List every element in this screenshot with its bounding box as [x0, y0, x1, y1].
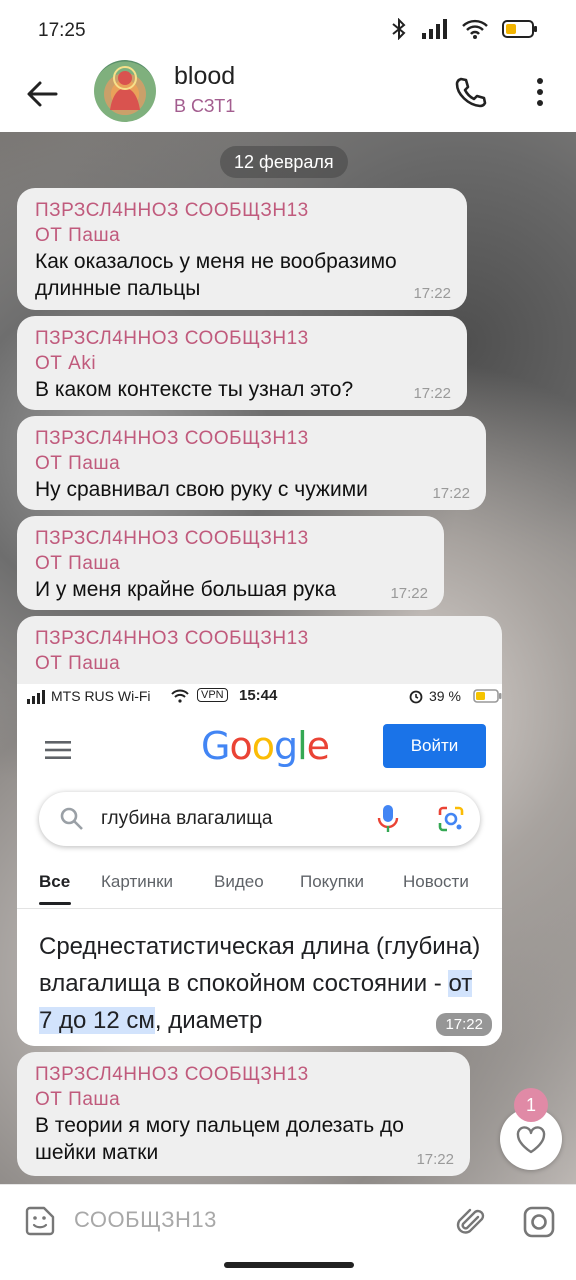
message-input-bar: СООБЩЗН13	[0, 1184, 576, 1259]
message-time: 17:22	[390, 585, 428, 602]
heart-icon	[516, 1126, 546, 1154]
message-bubble[interactable]: ПЗРЗСЛ4ННОЗ СООБЩЗН13 ОТ Паша В теории я…	[17, 1052, 470, 1176]
message-time: 17:22	[416, 1151, 454, 1168]
message-bubble[interactable]: ПЗРЗСЛ4ННОЗ СООБЩЗН13 ОТ Aki В каком кон…	[17, 316, 467, 410]
wifi-icon	[462, 19, 488, 39]
tab-news[interactable]: Новости	[403, 872, 469, 892]
forwarded-tag: ПЗРЗСЛ4ННОЗ СООБЩЗН13	[35, 1064, 309, 1085]
date-separator: 12 февраля	[220, 146, 348, 178]
microphone-icon[interactable]	[377, 804, 399, 834]
tab-shopping[interactable]: Покупки	[300, 872, 364, 892]
message-text: И у меня крайне большая рука	[35, 578, 337, 601]
message-time: 17:22	[436, 1013, 492, 1036]
forwarded-tag: ПЗРЗСЛ4ННОЗ СООБЩЗН13	[35, 428, 309, 449]
battery-icon	[502, 20, 537, 38]
more-vertical-icon[interactable]	[526, 74, 554, 110]
result-text-end: , диаметр	[154, 1007, 263, 1034]
message-time: 17:22	[413, 285, 451, 302]
chat-header: blood В СЗТ1	[0, 60, 576, 132]
home-indicator[interactable]	[224, 1262, 354, 1268]
camera-icon[interactable]	[522, 1205, 556, 1239]
status-time: 17:25	[38, 20, 86, 41]
forwarded-tag: ПЗРЗСЛ4ННОЗ СООБЩЗН13	[35, 200, 309, 221]
chat-subtitle: В СЗТ1	[174, 96, 236, 116]
forwarded-tag: ПЗРЗСЛ4ННОЗ СООБЩЗН13	[35, 628, 309, 649]
message-text: В каком контексте ты узнал это?	[35, 378, 354, 401]
forwarded-from[interactable]: ОТ Паша	[35, 451, 468, 476]
forwarded-tag: ПЗРЗСЛ4ННОЗ СООБЩЗН13	[35, 528, 309, 549]
result-text: Среднестатистическая длина (глубина) вла…	[39, 933, 481, 997]
screenshot-time: 15:44	[239, 687, 278, 704]
vpn-badge: VPN	[197, 688, 228, 702]
tab-video[interactable]: Видео	[214, 872, 264, 892]
message-bubble[interactable]: ПЗРЗСЛ4ННОЗ СООБЩЗН13 ОТ Паша Как оказал…	[17, 188, 467, 310]
forwarded-tag: ПЗРЗСЛ4ННОЗ СООБЩЗН13	[35, 328, 309, 349]
chat-title[interactable]: blood	[174, 62, 235, 91]
search-tabs: Все Картинки Видео Покупки Новости	[17, 864, 502, 909]
message-time: 17:22	[432, 485, 470, 502]
search-query: глубина влагалища	[101, 808, 273, 829]
signal-icon	[422, 19, 447, 39]
signal-icon	[27, 690, 45, 704]
message-text: Ну сравнивал свою руку с чужими	[35, 478, 368, 501]
tab-all[interactable]: Все	[39, 872, 70, 892]
sticker-icon[interactable]	[24, 1205, 56, 1237]
message-time: 17:22	[413, 385, 451, 402]
search-icon	[60, 807, 83, 830]
tab-images[interactable]: Картинки	[101, 872, 173, 892]
active-tab-indicator	[39, 902, 71, 905]
carrier-label: MTS RUS Wi-Fi	[51, 688, 151, 704]
search-input[interactable]: глубина влагалища	[39, 792, 480, 846]
forwarded-from[interactable]: ОТ Паша	[35, 551, 426, 576]
google-logo: Google	[201, 724, 330, 768]
message-text: В теории я могу пальцем долезать до шейк…	[35, 1114, 404, 1164]
alarm-icon	[409, 690, 423, 704]
forwarded-from[interactable]: ОТ Aki	[35, 351, 449, 376]
forwarded-from[interactable]: ОТ Паша	[35, 223, 449, 248]
status-bar: 17:25	[0, 0, 576, 60]
wifi-icon	[171, 689, 189, 703]
reaction-count-badge: 1	[514, 1088, 548, 1122]
paperclip-icon[interactable]	[454, 1205, 488, 1239]
screenshot-status-bar: MTS RUS Wi-Fi VPN 15:44 39 %	[27, 684, 502, 710]
search-result-snippet: Среднестатистическая длина (глубина) вла…	[39, 928, 484, 1039]
back-arrow-icon[interactable]	[22, 74, 62, 114]
login-button[interactable]: Войти	[383, 724, 486, 768]
home-indicator-bar	[0, 1258, 576, 1280]
battery-icon	[473, 689, 502, 703]
phone-icon[interactable]	[452, 74, 488, 110]
avatar-buddha-image	[110, 66, 140, 110]
battery-label: 39 %	[429, 688, 461, 704]
google-lens-icon[interactable]	[437, 805, 465, 833]
bluetooth-icon	[392, 18, 406, 40]
hamburger-menu-icon[interactable]	[45, 740, 71, 760]
message-bubble[interactable]: ПЗРЗСЛ4ННОЗ СООБЩЗН13 ОТ Паша Ну сравнив…	[17, 416, 486, 510]
status-icons	[390, 18, 538, 40]
message-bubble[interactable]: ПЗРЗСЛ4ННОЗ СООБЩЗН13 ОТ Паша И у меня к…	[17, 516, 444, 610]
forwarded-from[interactable]: ОТ Паша	[35, 651, 484, 676]
message-input[interactable]: СООБЩЗН13	[74, 1207, 217, 1233]
message-text: Как оказалось у меня не вообразимо длинн…	[35, 250, 397, 300]
attached-screenshot[interactable]: MTS RUS Wi-Fi VPN 15:44 39 % Google Войт…	[17, 684, 502, 1046]
avatar[interactable]	[94, 60, 156, 122]
forwarded-from[interactable]: ОТ Паша	[35, 1087, 452, 1112]
